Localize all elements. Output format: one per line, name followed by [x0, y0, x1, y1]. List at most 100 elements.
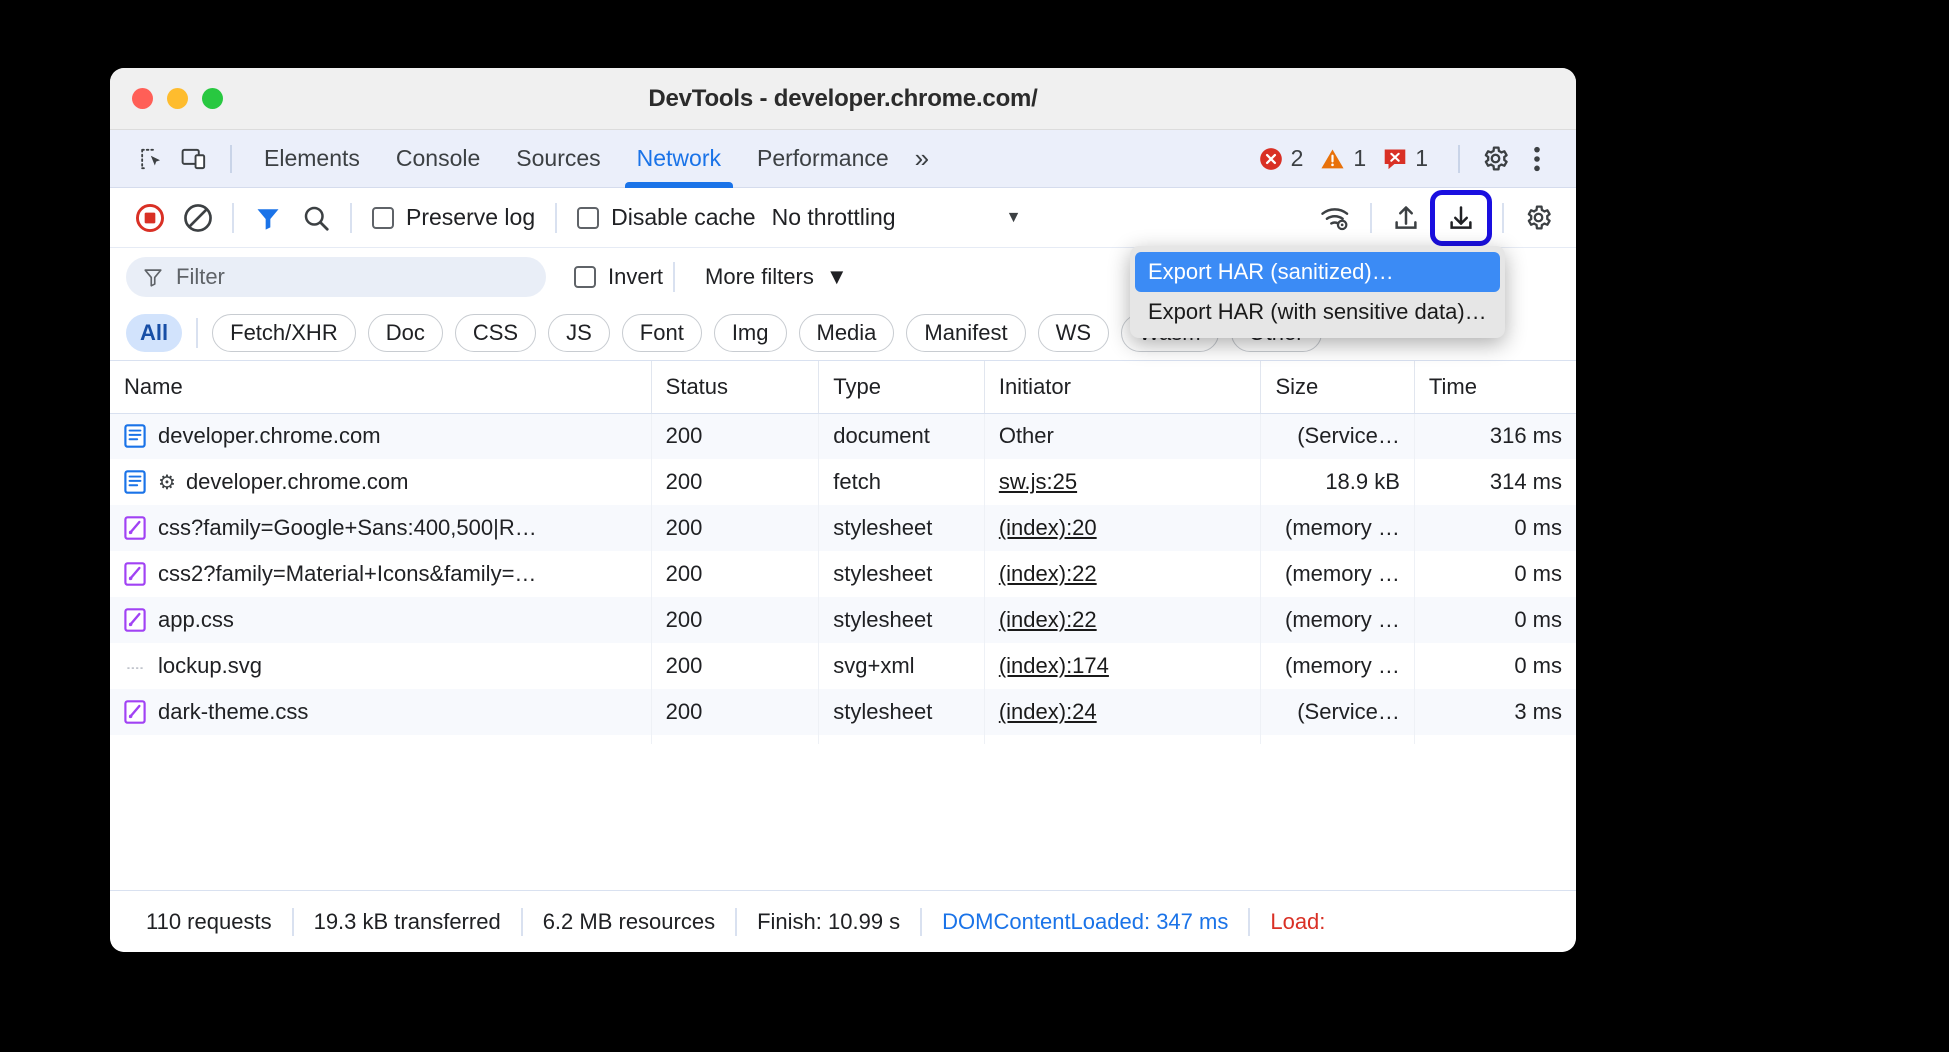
import-har-icon[interactable] [1382, 196, 1430, 240]
chip-js[interactable]: JS [548, 314, 610, 352]
chip-manifest[interactable]: Manifest [906, 314, 1025, 352]
column-header-time[interactable]: Time [1414, 361, 1576, 413]
cell-name[interactable]: ⚙developer.chrome.com [110, 459, 651, 505]
chip-img[interactable]: Img [714, 314, 787, 352]
initiator-link[interactable]: sw.js:25 [999, 469, 1077, 494]
image-icon [124, 654, 146, 678]
column-header-name[interactable]: Name [110, 361, 651, 413]
invert-checkbox[interactable]: Invert [574, 264, 663, 290]
export-har-button[interactable] [1430, 190, 1492, 246]
chip-css[interactable]: CSS [455, 314, 536, 352]
clear-icon[interactable] [174, 196, 222, 240]
table-row[interactable]: css2?family=Material+Icons&family=…200st… [110, 551, 1576, 597]
cell-name[interactable]: css?family=Google+Sans:400,500|R… [110, 505, 651, 551]
tab-performance[interactable]: Performance [739, 130, 907, 187]
transferred-size: 19.3 kB transferred [294, 909, 521, 935]
chevron-down-icon: ▼ [1006, 209, 1022, 227]
preserve-log-box[interactable] [372, 207, 394, 229]
domcontentloaded-time: DOMContentLoaded: 347 ms [922, 909, 1248, 935]
toolbar-divider-4 [1370, 203, 1372, 233]
cell-name[interactable]: css2?family=Material+Icons&family=… [110, 551, 651, 597]
table-row[interactable]: css?family=Google+Sans:400,500|R…200styl… [110, 505, 1576, 551]
tab-sources[interactable]: Sources [498, 130, 618, 187]
record-stop-icon[interactable] [126, 196, 174, 240]
requests-table-container[interactable]: Name Status Type Initiator Size Time dev… [110, 360, 1576, 744]
more-filters-dropdown[interactable]: More filters ▼ [705, 264, 848, 290]
menu-item-export-har-sensitive[interactable]: Export HAR (with sensitive data)… [1135, 292, 1500, 332]
column-header-initiator[interactable]: Initiator [984, 361, 1261, 413]
warning-counter[interactable]: 1 [1319, 145, 1366, 172]
invert-box[interactable] [574, 266, 596, 288]
device-toolbar-icon[interactable] [174, 140, 216, 178]
network-summary-statusbar: 110 requests 19.3 kB transferred 6.2 MB … [110, 890, 1576, 952]
tab-console[interactable]: Console [378, 130, 498, 187]
disable-cache-checkbox[interactable]: Disable cache [567, 204, 765, 231]
column-header-status[interactable]: Status [651, 361, 819, 413]
network-toolbar-right [1312, 190, 1562, 246]
cell-initiator[interactable]: (index):20 [984, 505, 1261, 551]
initiator-link[interactable]: (index):22 [999, 561, 1097, 586]
issue-counter[interactable]: 1 [1382, 145, 1428, 172]
error-counter[interactable]: 2 [1258, 145, 1304, 172]
initiator-link[interactable]: (index):24 [999, 699, 1097, 724]
gear-icon[interactable] [1474, 140, 1516, 178]
network-toolbar: Preserve log Disable cache No throttling… [110, 188, 1576, 248]
initiator-link[interactable]: (index):174 [999, 653, 1109, 678]
issue-count: 1 [1415, 145, 1428, 172]
inspect-element-icon[interactable] [132, 140, 174, 178]
filter-funnel-icon[interactable] [244, 196, 292, 240]
kebab-menu-icon[interactable] [1516, 140, 1558, 178]
network-settings-gear-icon[interactable] [1514, 196, 1562, 240]
tab-network[interactable]: Network [619, 130, 739, 187]
throttling-select[interactable]: No throttling ▼ [772, 204, 1022, 231]
chip-all[interactable]: All [126, 314, 182, 352]
chip-fetch-xhr[interactable]: Fetch/XHR [212, 314, 356, 352]
cell-name[interactable]: app.css [110, 597, 651, 643]
menu-item-export-har-sanitized[interactable]: Export HAR (sanitized)… [1135, 252, 1500, 292]
cell-size: (Service… [1261, 413, 1414, 459]
toolbar-divider-5 [1502, 203, 1504, 233]
chip-font[interactable]: Font [622, 314, 702, 352]
disable-cache-box[interactable] [577, 207, 599, 229]
cell-time: 3 ms [1414, 689, 1576, 735]
initiator-link[interactable]: (index):22 [999, 607, 1097, 632]
cell-name[interactable]: dark-theme.css [110, 689, 651, 735]
cell-type: stylesheet [819, 551, 985, 597]
cell-initiator[interactable]: (index):105 [984, 735, 1261, 744]
cell-name[interactable]: lockup.svg [110, 643, 651, 689]
chip-doc[interactable]: Doc [368, 314, 443, 352]
preserve-log-label: Preserve log [406, 204, 535, 231]
error-count: 2 [1291, 145, 1304, 172]
table-row[interactable]: ⚙developer.chrome.com200fetchsw.js:2518.… [110, 459, 1576, 505]
cell-initiator[interactable]: (index):22 [984, 597, 1261, 643]
wifi-settings-icon[interactable] [1312, 196, 1360, 240]
cell-initiator[interactable]: (index):174 [984, 643, 1261, 689]
cell-name[interactable]: developer.chrome.com [110, 413, 651, 459]
table-row[interactable]: lockup.svg200svg+xml(index):174(memory …… [110, 643, 1576, 689]
cell-size: (memory … [1261, 551, 1414, 597]
cell-status: 200 [651, 597, 819, 643]
cell-status: 200 [651, 689, 819, 735]
preserve-log-checkbox[interactable]: Preserve log [362, 204, 545, 231]
table-row[interactable]: dark-theme.css200stylesheet(index):24(Se… [110, 689, 1576, 735]
cell-initiator[interactable]: (index):22 [984, 551, 1261, 597]
cell-name[interactable]: extras.css [110, 735, 651, 744]
column-header-type[interactable]: Type [819, 361, 985, 413]
more-tabs-icon[interactable]: » [907, 143, 939, 174]
devtools-tabbar: Elements Console Sources Network Perform… [110, 130, 1576, 188]
cell-initiator[interactable]: sw.js:25 [984, 459, 1261, 505]
cell-status: 200 [651, 643, 819, 689]
chip-ws[interactable]: WS [1038, 314, 1109, 352]
table-row[interactable]: developer.chrome.com200documentOther(Ser… [110, 413, 1576, 459]
table-row[interactable]: extras.css200stylesheet(index):105(Servi… [110, 735, 1576, 744]
initiator-link[interactable]: (index):20 [999, 515, 1097, 540]
cell-size: (memory … [1261, 505, 1414, 551]
cell-time: 0 ms [1414, 597, 1576, 643]
search-icon[interactable] [292, 196, 340, 240]
table-row[interactable]: app.css200stylesheet(index):22(memory …0… [110, 597, 1576, 643]
chip-media[interactable]: Media [799, 314, 895, 352]
column-header-size[interactable]: Size [1261, 361, 1414, 413]
search-input[interactable]: Filter [126, 257, 546, 297]
tab-elements[interactable]: Elements [246, 130, 378, 187]
cell-initiator[interactable]: (index):24 [984, 689, 1261, 735]
